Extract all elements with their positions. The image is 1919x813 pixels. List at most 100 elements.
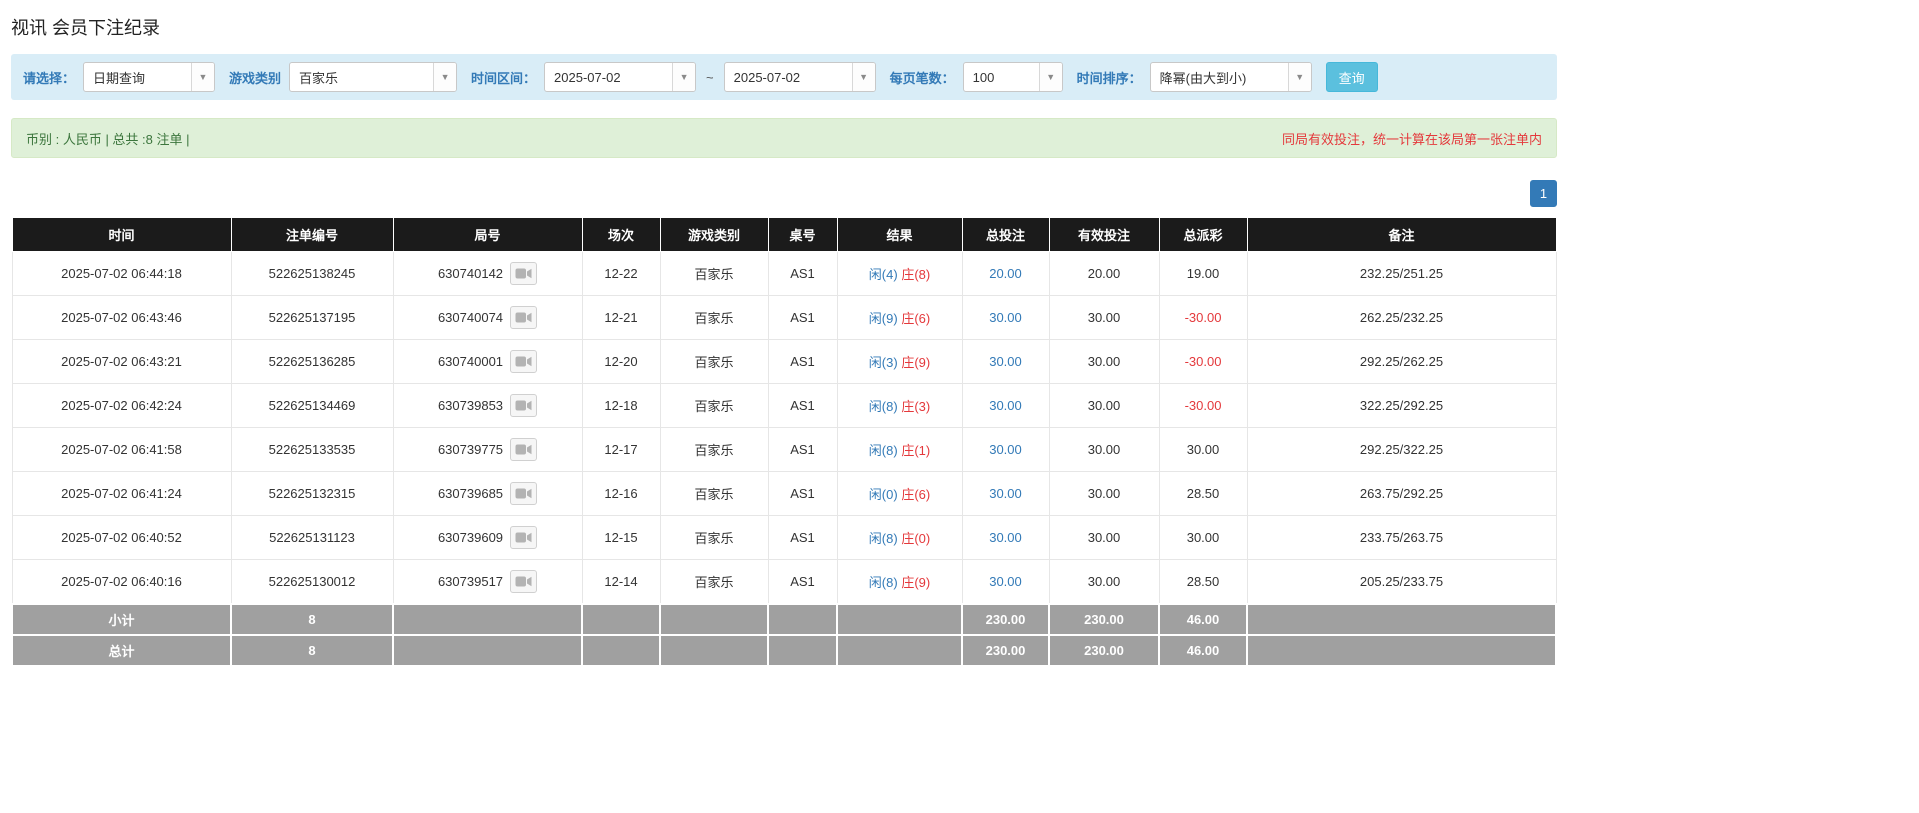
payout-value: 30.00 xyxy=(1186,442,1220,457)
total-bet-link[interactable]: 30.00 xyxy=(989,574,1022,589)
pagination: 1 xyxy=(11,180,1557,207)
cell-time: 2025-07-02 06:44:18 xyxy=(11,251,232,296)
table-row: 2025-07-02 06:41:24 522625132315 6307396… xyxy=(11,471,1557,516)
payout-value: -30.00 xyxy=(1184,310,1222,325)
cell-bet-id: 522625137195 xyxy=(230,295,394,340)
round-number: 630739517 xyxy=(437,573,504,589)
round-number: 630739685 xyxy=(437,486,504,501)
cell-table-no: AS1 xyxy=(767,515,838,560)
date-from-input[interactable]: 2025-07-02 ▼ xyxy=(544,62,697,92)
cell-game-type: 百家乐 xyxy=(659,515,769,560)
total-bet-link[interactable]: 30.00 xyxy=(989,486,1022,501)
query-type-select[interactable]: 日期查询 ▼ xyxy=(83,62,216,92)
cell-total-bet: 30.00 xyxy=(961,339,1050,384)
chevron-down-icon[interactable]: ▼ xyxy=(191,63,215,91)
video-replay-button[interactable] xyxy=(510,526,538,549)
video-replay-button[interactable] xyxy=(510,262,538,285)
query-type-value: 日期查询 xyxy=(93,70,146,86)
cell-time: 2025-07-02 06:42:24 xyxy=(11,383,232,428)
cell-round: 630740142 xyxy=(392,251,583,296)
total-bet-link[interactable]: 30.00 xyxy=(989,398,1022,413)
video-replay-button[interactable] xyxy=(510,482,538,505)
cell-valid-bet: 30.00 xyxy=(1048,471,1160,516)
cell-game-type: 百家乐 xyxy=(659,383,769,428)
col-header-table-no: 桌号 xyxy=(767,217,838,252)
video-replay-button[interactable] xyxy=(510,569,538,593)
payout-value: -30.00 xyxy=(1184,354,1222,369)
video-replay-button[interactable] xyxy=(510,306,538,329)
chevron-down-icon[interactable]: ▼ xyxy=(433,63,457,91)
result-player: 闲(8) xyxy=(868,443,898,458)
result-banker: 庄(6) xyxy=(901,311,931,326)
cell-table-no: AS1 xyxy=(767,251,838,296)
cell-table-no: AS1 xyxy=(767,427,838,472)
total-bet-link[interactable]: 30.00 xyxy=(989,354,1022,369)
grand-total-valid-bet: 230.00 xyxy=(1048,633,1160,667)
game-type-select[interactable]: 百家乐 ▼ xyxy=(289,62,458,92)
cell-session: 12-18 xyxy=(581,383,661,428)
cell-note: 262.25/232.25 xyxy=(1246,295,1557,340)
table-row: 2025-07-02 06:40:52 522625131123 6307396… xyxy=(11,515,1557,560)
date-to-input[interactable]: 2025-07-02 ▼ xyxy=(723,62,876,92)
video-replay-button[interactable] xyxy=(510,394,538,417)
cell-total-bet: 30.00 xyxy=(961,559,1050,604)
cell-payout: 28.50 xyxy=(1158,559,1248,604)
video-camera-icon xyxy=(515,532,532,543)
result-player: 闲(8) xyxy=(868,531,898,546)
total-bet-link[interactable]: 30.00 xyxy=(989,442,1022,457)
cell-payout: -30.00 xyxy=(1158,383,1248,428)
result-banker: 庄(1) xyxy=(901,443,931,458)
tilde-separator: ~ xyxy=(706,69,714,85)
total-bet-link[interactable]: 20.00 xyxy=(989,266,1022,281)
video-replay-button[interactable] xyxy=(510,350,538,373)
table-header-row: 时间 注单编号 局号 场次 游戏类别 桌号 结果 总投注 有效投注 总派彩 备注 xyxy=(11,217,1557,252)
result-player: 闲(8) xyxy=(868,574,898,590)
per-page-label: 每页笔数： xyxy=(889,70,955,86)
cell-bet-id: 522625138245 xyxy=(230,251,394,296)
col-header-game-type: 游戏类别 xyxy=(659,217,769,252)
search-button[interactable]: 查询 xyxy=(1325,62,1378,92)
cell-valid-bet: 30.00 xyxy=(1048,339,1160,384)
payout-value: 28.50 xyxy=(1186,573,1220,589)
time-range-label: 时间区间： xyxy=(471,70,537,86)
total-bet-link[interactable]: 30.00 xyxy=(989,310,1022,325)
grand-total-empty xyxy=(659,633,769,667)
cell-note: 263.75/292.25 xyxy=(1246,471,1557,516)
total-bet-link[interactable]: 30.00 xyxy=(989,530,1022,545)
cell-round: 630739853 xyxy=(392,383,583,428)
pagination-page-1[interactable]: 1 xyxy=(1530,180,1557,207)
result-player: 闲(9) xyxy=(868,311,898,326)
cell-session: 12-16 xyxy=(581,471,661,516)
table-row: 2025-07-02 06:40:16 522625130012 6307395… xyxy=(11,559,1557,604)
cell-payout: 30.00 xyxy=(1158,515,1248,560)
cell-bet-id: 522625133535 xyxy=(230,427,394,472)
chevron-down-icon[interactable]: ▼ xyxy=(851,63,875,91)
cell-session: 12-14 xyxy=(581,559,661,604)
subtotal-empty xyxy=(836,602,963,636)
cell-session: 12-22 xyxy=(581,251,661,296)
cell-time: 2025-07-02 06:43:21 xyxy=(11,339,232,384)
table-row: 2025-07-02 06:41:58 522625133535 6307397… xyxy=(11,427,1557,472)
cell-result: 闲(8) 庄(0) xyxy=(836,515,963,560)
chevron-down-icon[interactable]: ▼ xyxy=(1287,63,1311,91)
video-camera-icon xyxy=(515,312,532,323)
cell-result: 闲(0) 庄(6) xyxy=(836,471,963,516)
col-header-round: 局号 xyxy=(392,217,583,252)
sort-select[interactable]: 降幂(由大到小) ▼ xyxy=(1149,62,1312,92)
select-type-label: 请选择： xyxy=(23,70,76,86)
cell-valid-bet: 30.00 xyxy=(1048,427,1160,472)
cell-valid-bet: 30.00 xyxy=(1048,383,1160,428)
video-replay-button[interactable] xyxy=(510,438,538,461)
result-player: 闲(3) xyxy=(868,355,898,370)
chevron-down-icon[interactable]: ▼ xyxy=(672,63,696,91)
cell-round: 630739685 xyxy=(392,471,583,516)
per-page-select[interactable]: 100 ▼ xyxy=(962,62,1063,92)
result-banker: 庄(3) xyxy=(901,399,931,414)
table-row: 2025-07-02 06:43:46 522625137195 6307400… xyxy=(11,295,1557,340)
cell-round: 630740001 xyxy=(392,339,583,384)
col-header-total-bet: 总投注 xyxy=(961,217,1050,252)
cell-time: 2025-07-02 06:40:52 xyxy=(11,515,232,560)
chevron-down-icon[interactable]: ▼ xyxy=(1038,63,1062,91)
result-player: 闲(0) xyxy=(868,487,898,502)
grand-total-row: 总计 8 230.00 230.00 46.00 xyxy=(11,633,1557,667)
